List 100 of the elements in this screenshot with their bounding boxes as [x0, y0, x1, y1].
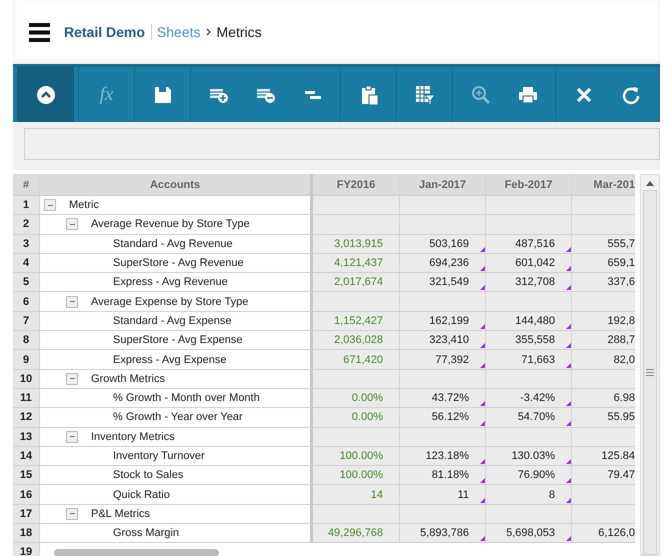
row-number: 11	[13, 388, 40, 408]
row-number: 16	[13, 485, 40, 505]
group-label: P&L Metrics	[91, 508, 150, 520]
value-cell: 671,420	[313, 350, 400, 370]
page-title: Metrics	[216, 24, 262, 40]
value-cell: 5,698,053	[486, 524, 572, 544]
group-label: Growth Metrics	[91, 372, 165, 385]
value-cell: 55.95	[572, 408, 635, 428]
row-number: 14	[13, 446, 40, 466]
account-label: Inventory Turnover	[113, 450, 205, 462]
collapse-toggle[interactable]	[66, 296, 78, 308]
value-cell: 130.03%	[486, 446, 572, 466]
chevron-icon	[206, 28, 211, 36]
value-cell: 54.70%	[486, 408, 572, 428]
value-cell: 5,893,786	[400, 524, 486, 544]
group-label: Average Revenue by Store Type	[91, 218, 250, 230]
group-label: Metric	[69, 199, 99, 212]
collapse-toggle[interactable]	[66, 218, 78, 230]
value-cell: 81.18%	[400, 466, 486, 486]
value-cell: 79.47	[572, 466, 635, 486]
account-label: Quick Ratio	[113, 488, 170, 501]
account-label: Stock to Sales	[113, 469, 184, 482]
collapse-toggle[interactable]	[66, 508, 78, 520]
collapse-icon	[34, 84, 56, 106]
group-label: Inventory Metrics	[91, 430, 175, 443]
value-cell: 555,7	[572, 234, 635, 254]
value-cell: 312,708	[486, 273, 572, 292]
value-cell: 8	[486, 485, 572, 505]
value-cell: 125.84	[572, 446, 635, 466]
account-label: SuperStore - Avg Revenue	[113, 257, 244, 270]
row-number: 8	[13, 331, 40, 350]
account-label: Express - Avg Expense	[113, 354, 227, 366]
column-header[interactable]: Accounts	[40, 174, 313, 196]
value-cell: 337,6	[572, 273, 635, 292]
formula-input-field[interactable]	[24, 128, 660, 160]
group-label: Average Expense by Store Type	[91, 296, 248, 308]
value-cell: 694,236	[400, 254, 486, 274]
row-number: 4	[13, 254, 40, 274]
breadcrumb-link[interactable]: Sheets	[152, 24, 201, 40]
vertical-scrollbar-thumb[interactable]	[643, 190, 657, 555]
menu-icon[interactable]	[29, 22, 50, 42]
column-header: #	[13, 174, 40, 196]
column-header[interactable]: Feb-2017	[486, 174, 572, 196]
value-cell: 77,392	[400, 350, 486, 370]
value-cell: 2,017,674	[313, 273, 400, 292]
row-number: 18	[13, 524, 40, 544]
value-cell: 2,036,028	[313, 331, 400, 350]
value-cell: 503,169	[400, 234, 486, 254]
value-cell: 659,1	[572, 254, 635, 274]
grid-filter-icon	[414, 84, 436, 106]
row-number: 7	[13, 312, 40, 332]
account-label: Gross Margin	[113, 527, 180, 540]
value-cell: -3.42%	[486, 388, 572, 408]
app-title-link[interactable]: Retail Demo	[64, 24, 152, 40]
account-label: SuperStore - Avg Expense	[113, 334, 242, 346]
value-cell: 162,199	[400, 312, 486, 332]
account-label: Standard - Avg Expense	[113, 314, 232, 327]
zoom-icon	[470, 84, 492, 106]
column-header[interactable]: Mar-201	[572, 174, 635, 196]
value-cell: 49,296,768	[313, 524, 400, 544]
value-cell: 288,7	[572, 331, 635, 350]
value-cell: 4,121,437	[313, 254, 400, 274]
row-number: 15	[13, 466, 40, 486]
value-cell: 6.98	[572, 388, 635, 408]
column-header[interactable]: Jan-2017	[400, 174, 486, 196]
value-cell: 123.18%	[400, 446, 486, 466]
scroll-up-icon[interactable]	[646, 181, 654, 186]
collapse-toggle[interactable]	[66, 430, 78, 443]
row-number: 9	[13, 350, 40, 370]
row-number: 12	[13, 408, 40, 428]
horizontal-scrollbar-thumb[interactable]	[54, 548, 219, 556]
value-cell: 100.00%	[313, 466, 400, 486]
value-cell: 323,410	[400, 331, 486, 350]
row-number: 3	[13, 234, 40, 254]
value-cell: 192,8	[572, 312, 635, 332]
value-cell: 144,480	[486, 312, 572, 332]
value-cell: 43.72%	[400, 388, 486, 408]
value-cell: 71,663	[486, 350, 572, 370]
collapse-button[interactable]	[17, 67, 74, 122]
value-cell: 3,013,915	[313, 234, 400, 254]
collapse-toggle[interactable]	[44, 199, 56, 212]
row-number: 17	[13, 504, 40, 524]
column-header[interactable]: FY2016	[313, 174, 400, 196]
value-cell: 56.12%	[400, 408, 486, 428]
value-cell: 0.00%	[313, 408, 400, 428]
account-label: Express - Avg Revenue	[113, 276, 228, 288]
row-number: 5	[13, 273, 40, 292]
row-number: 1	[13, 196, 40, 216]
value-cell: 0.00%	[313, 388, 400, 408]
value-cell: 14	[313, 485, 400, 505]
account-label: % Growth - Year over Year	[113, 411, 243, 424]
value-cell: 76.90%	[486, 466, 572, 486]
value-cell: 1,152,427	[313, 312, 400, 332]
grip-icon	[646, 369, 654, 376]
value-cell: 487,516	[486, 234, 572, 254]
row-number: 6	[13, 292, 40, 312]
value-cell: 100.00%	[313, 446, 400, 466]
collapse-toggle[interactable]	[66, 372, 78, 385]
value-cell: 6,126,0	[572, 524, 635, 544]
value-cell: 82,0	[572, 350, 635, 370]
